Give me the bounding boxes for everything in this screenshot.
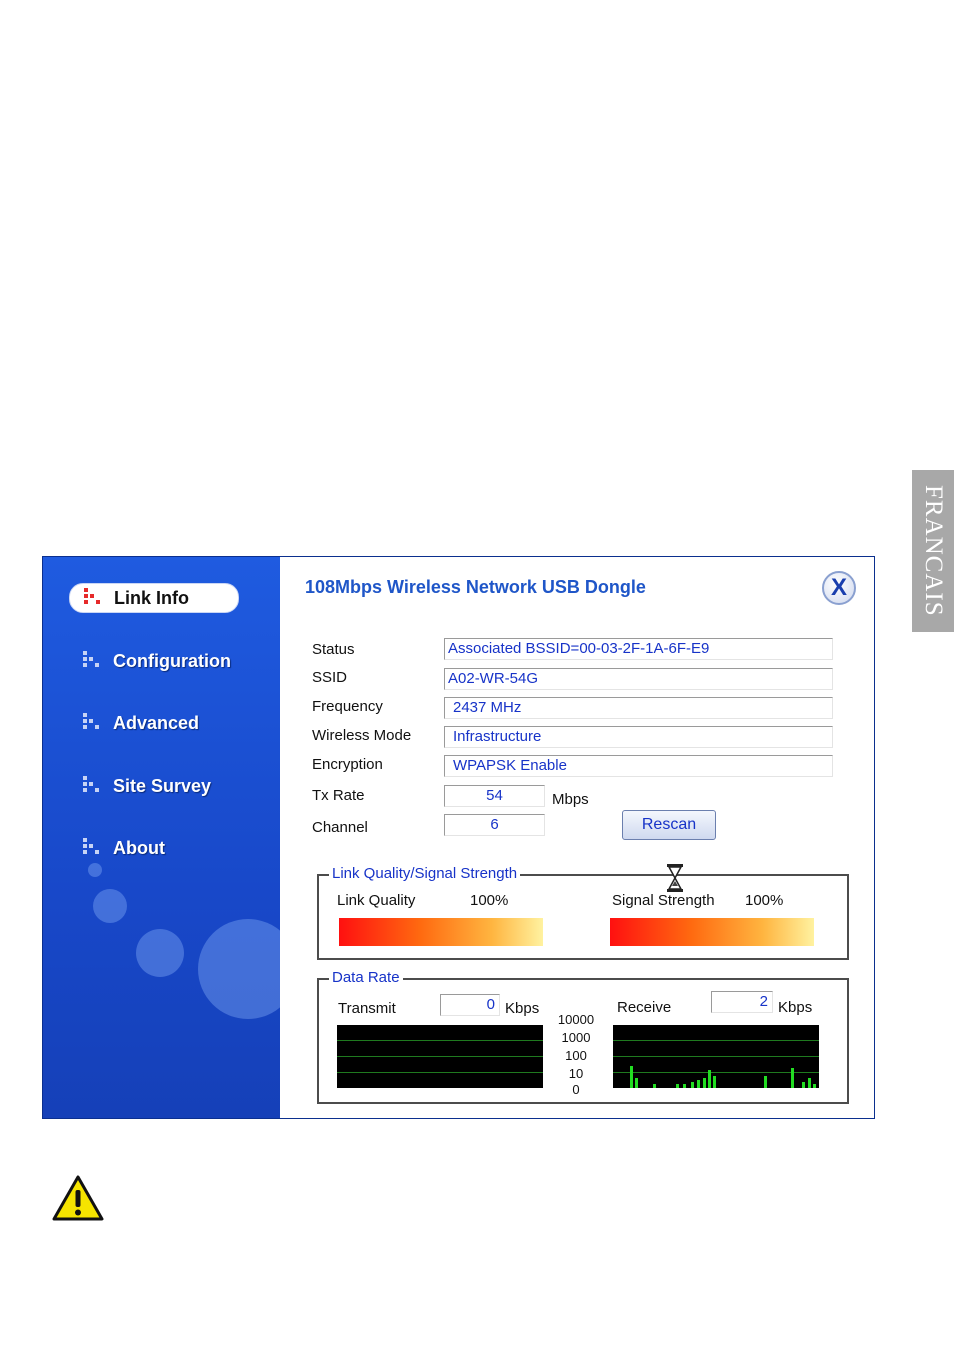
signal-strength-label: Signal Strength <box>612 892 715 909</box>
receive-graph-spike <box>676 1084 679 1088</box>
dots-nav-icon <box>83 838 111 858</box>
scale-label-100: 100 <box>565 1048 587 1063</box>
link-quality-label: Link Quality <box>337 892 416 909</box>
encryption-field: WPAPSK Enable <box>444 755 833 777</box>
graph-gridline <box>337 1040 543 1041</box>
receive-graph-spike <box>683 1084 686 1088</box>
language-side-tab: FRANCAIS <box>912 470 954 632</box>
receive-graph-spike <box>691 1082 694 1088</box>
sidebar-item-label: Advanced <box>113 712 200 733</box>
data-rate-group-title: Data Rate <box>329 969 403 986</box>
status-label: Status <box>312 641 355 658</box>
graph-gridline <box>613 1056 819 1057</box>
receive-graph-spike <box>802 1082 805 1088</box>
receive-graph-spike <box>653 1084 656 1088</box>
scale-label-10000: 10000 <box>557 1012 595 1027</box>
decor-bubble <box>136 929 184 977</box>
sidebar-item-label: Configuration <box>113 650 231 671</box>
hourglass-icon <box>667 864 683 892</box>
dots-nav-icon <box>83 651 111 671</box>
tx-rate-label: Tx Rate <box>312 787 365 804</box>
sidebar-item-about[interactable]: About <box>69 834 237 862</box>
receive-field: 2 <box>711 991 773 1013</box>
transmit-field: 0 <box>440 994 500 1016</box>
wireless-mode-field: Infrastructure <box>444 726 833 748</box>
transmit-unit: Kbps <box>505 1000 540 1017</box>
receive-graph-spike <box>813 1084 816 1088</box>
link-quality-value: 100% <box>470 892 509 909</box>
rescan-button[interactable]: Rescan <box>622 810 716 840</box>
graph-gridline <box>337 1072 543 1073</box>
decor-bubble <box>93 889 127 923</box>
sidebar: Link Info Configuration Advanced Site Su… <box>43 557 280 1118</box>
receive-graph-spike <box>697 1080 700 1088</box>
link-quality-bar <box>339 918 543 946</box>
close-button[interactable]: X <box>822 571 856 605</box>
sidebar-item-label: Link Info <box>114 587 189 608</box>
decor-bubble <box>198 919 280 1019</box>
status-field: Associated BSSID=00-03-2F-1A-6F-E9 <box>444 638 833 660</box>
receive-graph-spike <box>713 1076 716 1088</box>
graph-gridline <box>337 1056 543 1057</box>
tx-rate-field: 54 <box>444 785 545 807</box>
link-quality-group: Link Quality/Signal Strength <box>317 865 849 960</box>
sidebar-item-site-survey[interactable]: Site Survey <box>69 772 237 800</box>
scale-label-0: 0 <box>572 1082 580 1097</box>
ssid-field: A02-WR-54G <box>444 668 833 690</box>
scale-label-1000: 1000 <box>561 1030 591 1045</box>
transmit-graph <box>337 1025 543 1088</box>
decor-bubble <box>88 863 102 877</box>
encryption-label: Encryption <box>312 756 383 773</box>
utility-window: Link Info Configuration Advanced Site Su… <box>42 556 875 1119</box>
receive-graph-spike <box>791 1068 794 1088</box>
scale-label-10: 10 <box>568 1066 584 1081</box>
link-quality-group-title: Link Quality/Signal Strength <box>329 865 521 882</box>
transmit-label: Transmit <box>338 1000 396 1017</box>
sidebar-item-label: About <box>113 837 165 858</box>
receive-graph-spike <box>764 1076 767 1088</box>
wireless-mode-label: Wireless Mode <box>312 727 412 744</box>
channel-field: 6 <box>444 814 545 836</box>
receive-graph-spike <box>630 1066 633 1088</box>
graph-gridline <box>613 1072 819 1073</box>
signal-strength-bar <box>610 918 814 946</box>
receive-graph-spike <box>635 1078 638 1088</box>
sidebar-item-advanced[interactable]: Advanced <box>69 709 237 737</box>
channel-label: Channel <box>312 819 368 836</box>
signal-strength-value: 100% <box>745 892 784 909</box>
receive-label: Receive <box>617 999 672 1016</box>
sidebar-item-configuration[interactable]: Configuration <box>69 647 237 675</box>
ssid-label: SSID <box>312 669 348 686</box>
language-label: FRANCAIS <box>920 485 947 617</box>
frequency-field: 2437 MHz <box>444 697 833 719</box>
dots-nav-icon <box>83 776 111 796</box>
receive-unit: Kbps <box>778 999 813 1016</box>
receive-graph-spike <box>808 1078 811 1088</box>
window-title: 108Mbps Wireless Network USB Dongle <box>305 577 646 597</box>
dots-nav-icon <box>84 588 112 608</box>
receive-graph-spike <box>703 1078 706 1088</box>
main-panel: 108Mbps Wireless Network USB Dongle X St… <box>280 557 874 1118</box>
close-icon: X <box>830 574 847 601</box>
frequency-label: Frequency <box>312 698 383 715</box>
receive-graph-spike <box>708 1070 711 1088</box>
warning-icon <box>52 1175 104 1221</box>
dots-nav-icon <box>83 713 111 733</box>
graph-gridline <box>613 1040 819 1041</box>
tx-rate-unit: Mbps <box>552 791 589 808</box>
receive-graph <box>613 1025 819 1088</box>
sidebar-item-label: Site Survey <box>113 775 212 796</box>
sidebar-item-link-info[interactable]: Link Info <box>69 583 239 613</box>
